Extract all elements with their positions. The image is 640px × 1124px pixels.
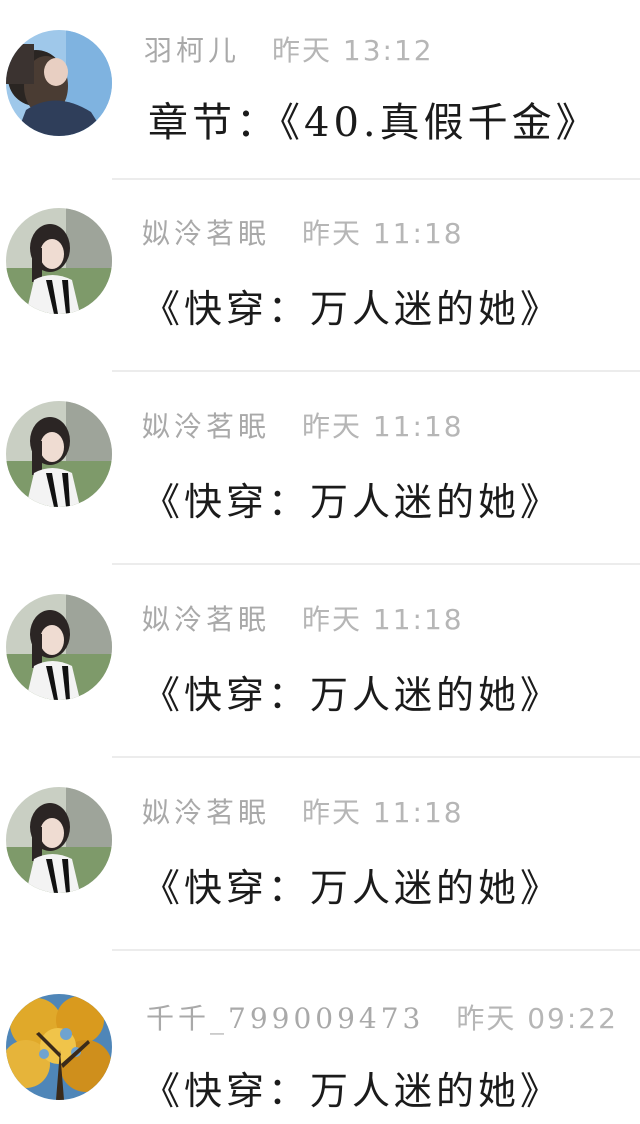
avatar[interactable] <box>6 208 112 314</box>
avatar[interactable] <box>6 594 112 700</box>
username[interactable]: 千千_799009473 <box>146 997 424 1037</box>
avatar[interactable] <box>6 787 112 893</box>
avatar-image <box>6 594 112 700</box>
comment-item[interactable]: 姒泠茗眠 昨天 11:18 《快穿：万人迷的她》 <box>0 373 640 565</box>
comment-item[interactable]: 千千_799009473 昨天 09:22 《快穿：万人迷的她》 <box>0 952 640 1124</box>
username[interactable]: 姒泠茗眠 <box>142 791 270 831</box>
username[interactable]: 羽柯儿 <box>144 29 240 69</box>
divider <box>112 756 640 758</box>
avatar-image <box>6 30 112 136</box>
comment-text: 章节：《40.真假千金》 <box>148 100 600 146</box>
avatar-image <box>6 401 112 507</box>
comment-feed: 羽柯儿 昨天 13:12 章节：《40.真假千金》 姒泠茗眠 昨天 11:18 <box>0 0 640 1124</box>
comment-text: 《快穿：万人迷的她》 <box>142 480 563 524</box>
comment-meta: 姒泠茗眠 昨天 11:18 <box>142 212 464 252</box>
comment-meta: 姒泠茗眠 昨天 11:18 <box>142 598 464 638</box>
comment-meta: 姒泠茗眠 昨天 11:18 <box>142 405 464 445</box>
timestamp: 昨天 11:18 <box>302 796 464 829</box>
avatar[interactable] <box>6 994 112 1100</box>
avatar-image <box>6 208 112 314</box>
comment-item[interactable]: 姒泠茗眠 昨天 11:18 《快穿：万人迷的她》 <box>0 759 640 951</box>
comment-text: 《快穿：万人迷的她》 <box>142 866 563 910</box>
username[interactable]: 姒泠茗眠 <box>142 212 270 252</box>
timestamp: 昨天 11:18 <box>302 410 464 443</box>
timestamp: 昨天 09:22 <box>456 1002 618 1035</box>
divider <box>112 949 640 951</box>
avatar-image <box>6 994 112 1100</box>
timestamp: 昨天 13:12 <box>272 34 434 67</box>
username[interactable]: 姒泠茗眠 <box>142 598 270 638</box>
timestamp: 昨天 11:18 <box>302 217 464 250</box>
avatar-image <box>6 787 112 893</box>
comment-item[interactable]: 姒泠茗眠 昨天 11:18 《快穿：万人迷的她》 <box>0 566 640 758</box>
divider <box>112 563 640 565</box>
comment-text: 《快穿：万人迷的她》 <box>142 673 563 717</box>
comment-meta: 姒泠茗眠 昨天 11:18 <box>142 791 464 831</box>
comment-meta: 羽柯儿 昨天 13:12 <box>144 29 434 69</box>
comment-item[interactable]: 羽柯儿 昨天 13:12 章节：《40.真假千金》 <box>0 0 640 180</box>
comment-text: 《快穿：万人迷的她》 <box>142 287 563 331</box>
timestamp: 昨天 11:18 <box>302 603 464 636</box>
comment-meta: 千千_799009473 昨天 09:22 <box>146 997 618 1037</box>
username[interactable]: 姒泠茗眠 <box>142 405 270 445</box>
comment-item[interactable]: 姒泠茗眠 昨天 11:18 《快穿：万人迷的她》 <box>0 180 640 372</box>
avatar[interactable] <box>6 401 112 507</box>
comment-text: 《快穿：万人迷的她》 <box>142 1069 563 1113</box>
divider <box>112 370 640 372</box>
avatar[interactable] <box>6 30 112 136</box>
